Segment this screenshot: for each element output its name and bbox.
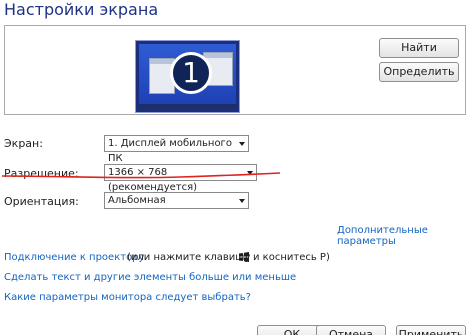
orientation-label: Ориентация:: [4, 195, 79, 208]
text-size-link[interactable]: Сделать текст и другие элементы больше и…: [4, 272, 296, 283]
apply-button[interactable]: Применить: [396, 325, 466, 335]
windows-logo-icon: [239, 252, 249, 262]
chevron-down-icon: [239, 199, 245, 203]
orientation-select-value: Альбомная: [108, 195, 166, 206]
identify-button[interactable]: Определить: [379, 62, 459, 82]
orientation-select[interactable]: Альбомная: [104, 192, 249, 209]
monitor-taskbar: [139, 104, 236, 109]
screen-label: Экран:: [4, 137, 43, 150]
red-marker-underline: [1, 172, 281, 179]
monitor-help-link[interactable]: Какие параметры монитора следует выбрать…: [4, 292, 251, 303]
find-button[interactable]: Найти: [379, 38, 459, 58]
display-number-badge: 1: [170, 52, 212, 94]
cancel-button[interactable]: Отмена: [316, 325, 386, 335]
projector-hint-text: (или нажмите клавишу: [127, 252, 251, 263]
advanced-settings-link[interactable]: Дополнительные параметры: [337, 225, 474, 247]
screen-select[interactable]: 1. Дисплей мобильного ПК: [104, 135, 249, 164]
projector-hint-text-end: и коснитесь Р): [253, 252, 330, 263]
page-title: Настройки экрана: [4, 0, 159, 19]
monitor-1[interactable]: 1: [135, 40, 240, 113]
connect-projector-link[interactable]: Подключение к проектору: [4, 252, 144, 263]
chevron-down-icon: [239, 142, 245, 146]
